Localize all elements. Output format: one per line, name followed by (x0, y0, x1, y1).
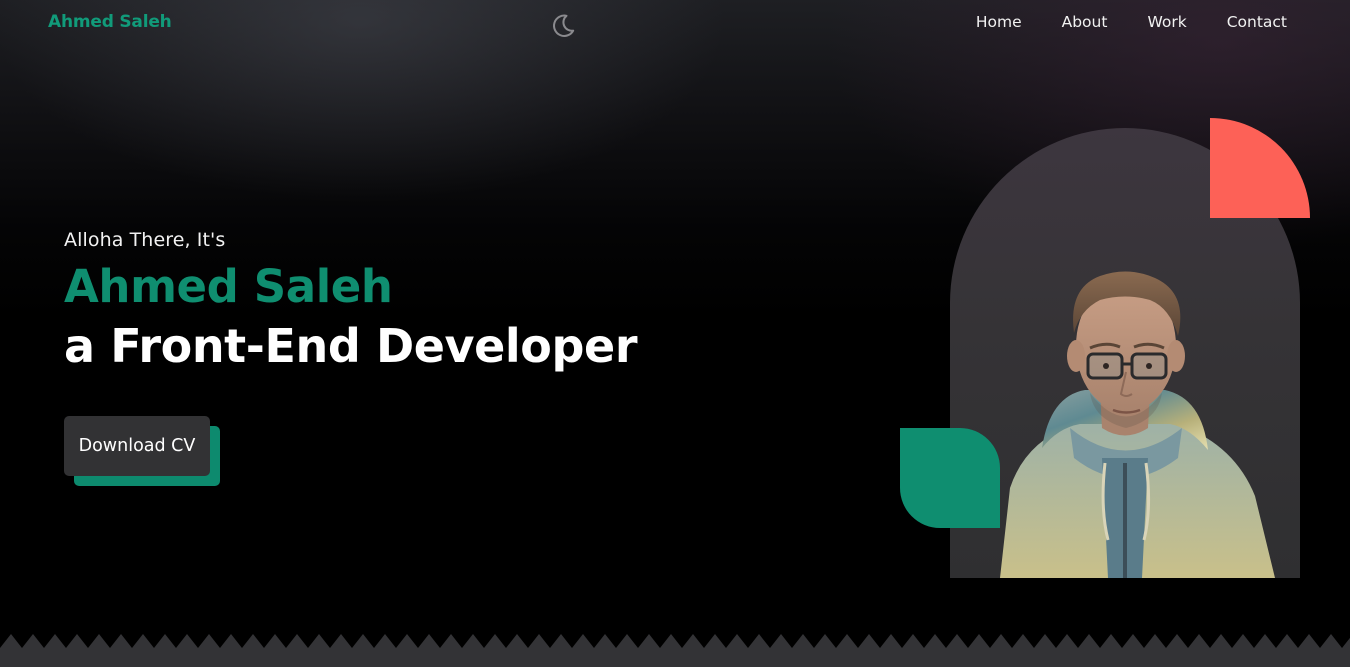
download-cv-button[interactable]: Download CV (64, 416, 210, 476)
nav-item-about[interactable]: About (1062, 11, 1108, 33)
hero-greeting: Alloha There, It's (64, 229, 226, 251)
main-nav: Home About Work Contact (936, 11, 1287, 33)
decor-green-shape (900, 428, 1000, 528)
nav-item-contact[interactable]: Contact (1227, 11, 1287, 33)
theme-toggle-button[interactable] (549, 12, 577, 40)
brand-logo[interactable]: Ahmed Saleh (48, 12, 172, 32)
nav-item-work[interactable]: Work (1147, 11, 1186, 33)
hero-name: Ahmed Saleh (64, 260, 393, 313)
moon-icon (553, 14, 575, 37)
hero-page: Ahmed Saleh Home About Work Contact Allo… (0, 0, 1350, 667)
nav-item-home[interactable]: Home (976, 11, 1022, 33)
hero-role: a Front-End Developer (64, 319, 638, 373)
zigzag-divider (0, 634, 1350, 667)
